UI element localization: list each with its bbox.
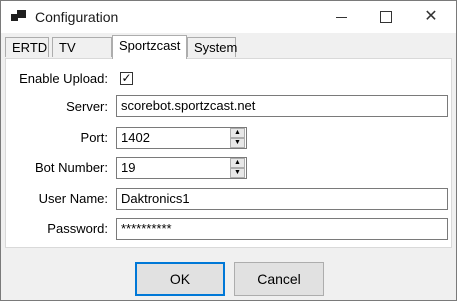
cancel-button[interactable]: Cancel — [234, 262, 324, 296]
password-label: Password: — [47, 221, 108, 236]
user-name-input[interactable]: Daktronics1 — [116, 188, 448, 210]
app-icon — [11, 10, 27, 24]
window-title: Configuration — [35, 9, 119, 25]
maximize-icon[interactable] — [363, 1, 409, 33]
server-label: Server: — [66, 99, 108, 114]
minimize-icon[interactable] — [319, 1, 365, 33]
sportzcast-panel: Enable Upload: ✓ Server: scorebot.sportz… — [5, 58, 452, 248]
spin-down-icon[interactable]: ▼ — [230, 168, 245, 178]
bot-number-stepper[interactable]: 19 ▲ ▼ — [116, 157, 247, 179]
close-icon[interactable]: ✕ — [408, 1, 454, 33]
ok-button[interactable]: OK — [135, 262, 225, 296]
spin-down-icon[interactable]: ▼ — [230, 138, 245, 148]
port-value: 1402 — [121, 130, 150, 145]
title-bar[interactable]: Configuration ✕ — [1, 1, 456, 33]
enable-upload-checkbox[interactable]: ✓ — [120, 72, 133, 85]
server-input[interactable]: scorebot.sportzcast.net — [116, 95, 448, 117]
user-name-label: User Name: — [38, 191, 108, 206]
port-label: Port: — [80, 130, 108, 145]
port-stepper[interactable]: 1402 ▲ ▼ — [116, 127, 247, 149]
bot-number-value: 19 — [121, 160, 136, 175]
enable-upload-label: Enable Upload: — [19, 71, 108, 86]
spin-up-icon[interactable]: ▲ — [230, 128, 245, 138]
tab-sportzcast[interactable]: Sportzcast — [112, 35, 187, 59]
configuration-window: Configuration ✕ ERTD TV Feed Sportzcast … — [0, 0, 457, 301]
spin-up-icon[interactable]: ▲ — [230, 158, 245, 168]
tab-ertd[interactable]: ERTD — [5, 37, 49, 57]
bot-number-label: Bot Number: — [35, 160, 108, 175]
checkmark-icon: ✓ — [121, 71, 132, 85]
tab-system[interactable]: System — [187, 37, 237, 57]
password-input[interactable]: ********** — [116, 218, 448, 240]
tab-tv-feed[interactable]: TV Feed — [52, 37, 112, 75]
